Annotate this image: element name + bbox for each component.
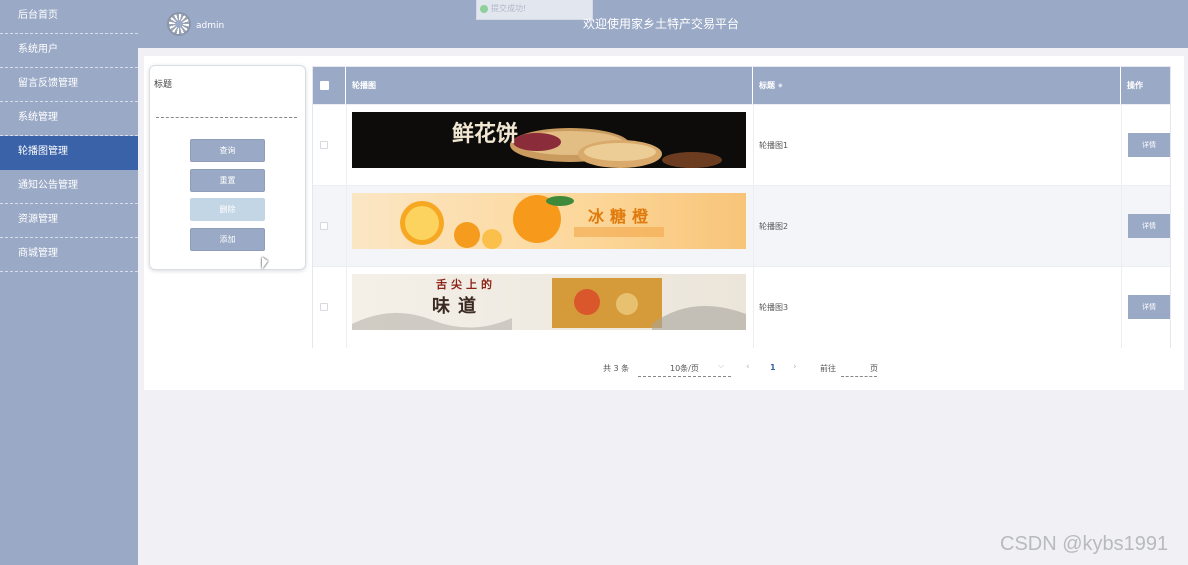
banner-image: 鲜花饼 <box>352 112 746 168</box>
prev-page-icon[interactable]: ‹ <box>746 362 750 372</box>
sidebar-item-mall[interactable]: 商城管理 <box>0 238 138 272</box>
banner-image: 冰糖橙 <box>352 193 746 249</box>
cell-divider <box>1121 105 1122 186</box>
page-size-value: 10条/页 <box>670 364 699 373</box>
avatar[interactable] <box>167 12 191 36</box>
page-suffix-label: 页 <box>870 364 878 373</box>
column-header-title-label: 标题 <box>759 81 775 90</box>
orange-illustration <box>400 195 664 249</box>
goto-label: 前往 <box>820 364 836 373</box>
banner-image: 舌尖上的 味道 <box>352 274 746 330</box>
top-header: admin 提交成功! 欢迎使用家乡土特产交易平台 <box>138 0 1188 48</box>
cell-divider <box>1121 267 1122 348</box>
detail-button[interactable]: 详情 <box>1128 295 1170 319</box>
select-all-checkbox[interactable] <box>320 81 329 90</box>
mouse-cursor-icon <box>262 257 268 269</box>
search-card: 标题 查询 重置 删除 添加 <box>149 65 306 270</box>
row-checkbox[interactable] <box>320 222 328 230</box>
sidebar-item-feedback[interactable]: 留言反馈管理 <box>0 68 138 102</box>
sidebar: 后台首页 系统用户 留言反馈管理 系统管理 轮播图管理 通知公告管理 资源管理 … <box>0 0 138 565</box>
flower-cake-illustration <box>510 128 722 168</box>
cell-divider <box>753 105 754 186</box>
cell-divider <box>346 267 347 348</box>
table-row: 冰糖橙 轮播图2 详情 <box>313 185 1170 267</box>
select-all-column <box>313 67 346 104</box>
pagination-total: 共 3 条 <box>603 364 630 373</box>
success-toast: 提交成功! <box>476 0 593 20</box>
cell-divider <box>753 186 754 267</box>
banner-subheadline: 舌尖上的 <box>436 278 496 291</box>
banner-headline: 味道 <box>432 296 484 317</box>
cell-divider <box>753 267 754 348</box>
cell-divider <box>346 105 347 186</box>
detail-button[interactable]: 详情 <box>1128 214 1170 238</box>
carousel-table: 轮播图 标题 ◆ 操作 鲜花饼 轮播图1 详情 冰糖橙 轮播图2 详情 舌尖上的… <box>312 66 1171 348</box>
success-check-icon <box>480 5 488 13</box>
banner-headline: 冰糖橙 <box>588 207 655 226</box>
row-title: 轮播图3 <box>759 303 789 312</box>
cuisine-illustration <box>352 278 746 330</box>
chevron-down-icon: ⌵ <box>718 361 725 370</box>
column-header-image: 轮播图 <box>346 67 753 104</box>
row-checkbox[interactable] <box>320 303 328 311</box>
page-size-select[interactable]: 10条/页 ⌵ <box>638 358 731 377</box>
column-header-title[interactable]: 标题 ◆ <box>753 67 1121 104</box>
sidebar-item-users[interactable]: 系统用户 <box>0 34 138 68</box>
column-header-action: 操作 <box>1127 81 1143 90</box>
next-page-icon[interactable]: › <box>793 362 797 372</box>
sidebar-item-system[interactable]: 系统管理 <box>0 102 138 136</box>
table-header: 轮播图 标题 ◆ 操作 <box>313 67 1170 104</box>
detail-button[interactable]: 详情 <box>1128 133 1170 157</box>
reset-button[interactable]: 重置 <box>190 169 265 192</box>
query-button[interactable]: 查询 <box>190 139 265 162</box>
page-number-current[interactable]: 1 <box>770 363 776 372</box>
row-checkbox[interactable] <box>320 141 328 149</box>
watermark: CSDN @kybs1991 <box>1000 533 1169 555</box>
cell-divider <box>1121 186 1122 267</box>
sidebar-item-dashboard[interactable]: 后台首页 <box>0 0 138 34</box>
sidebar-item-resources[interactable]: 资源管理 <box>0 204 138 238</box>
cell-divider <box>346 186 347 267</box>
row-title: 轮播图1 <box>759 141 789 150</box>
table-row: 舌尖上的 味道 轮播图3 详情 <box>313 266 1170 348</box>
toast-message: 提交成功! <box>491 4 527 13</box>
sidebar-item-carousel[interactable]: 轮播图管理 <box>0 136 138 170</box>
username: admin <box>196 21 225 31</box>
title-field-label: 标题 <box>154 80 173 90</box>
site-title: 欢迎使用家乡土特产交易平台 <box>583 17 740 31</box>
sidebar-item-notices[interactable]: 通知公告管理 <box>0 170 138 204</box>
table-row: 鲜花饼 轮播图1 详情 <box>313 104 1170 186</box>
title-search-input[interactable] <box>156 102 297 118</box>
add-button[interactable]: 添加 <box>190 228 265 251</box>
delete-button[interactable]: 删除 <box>190 198 265 221</box>
row-title: 轮播图2 <box>759 222 789 231</box>
sort-icon[interactable]: ◆ <box>778 67 783 104</box>
banner-headline: 鲜花饼 <box>452 121 519 147</box>
